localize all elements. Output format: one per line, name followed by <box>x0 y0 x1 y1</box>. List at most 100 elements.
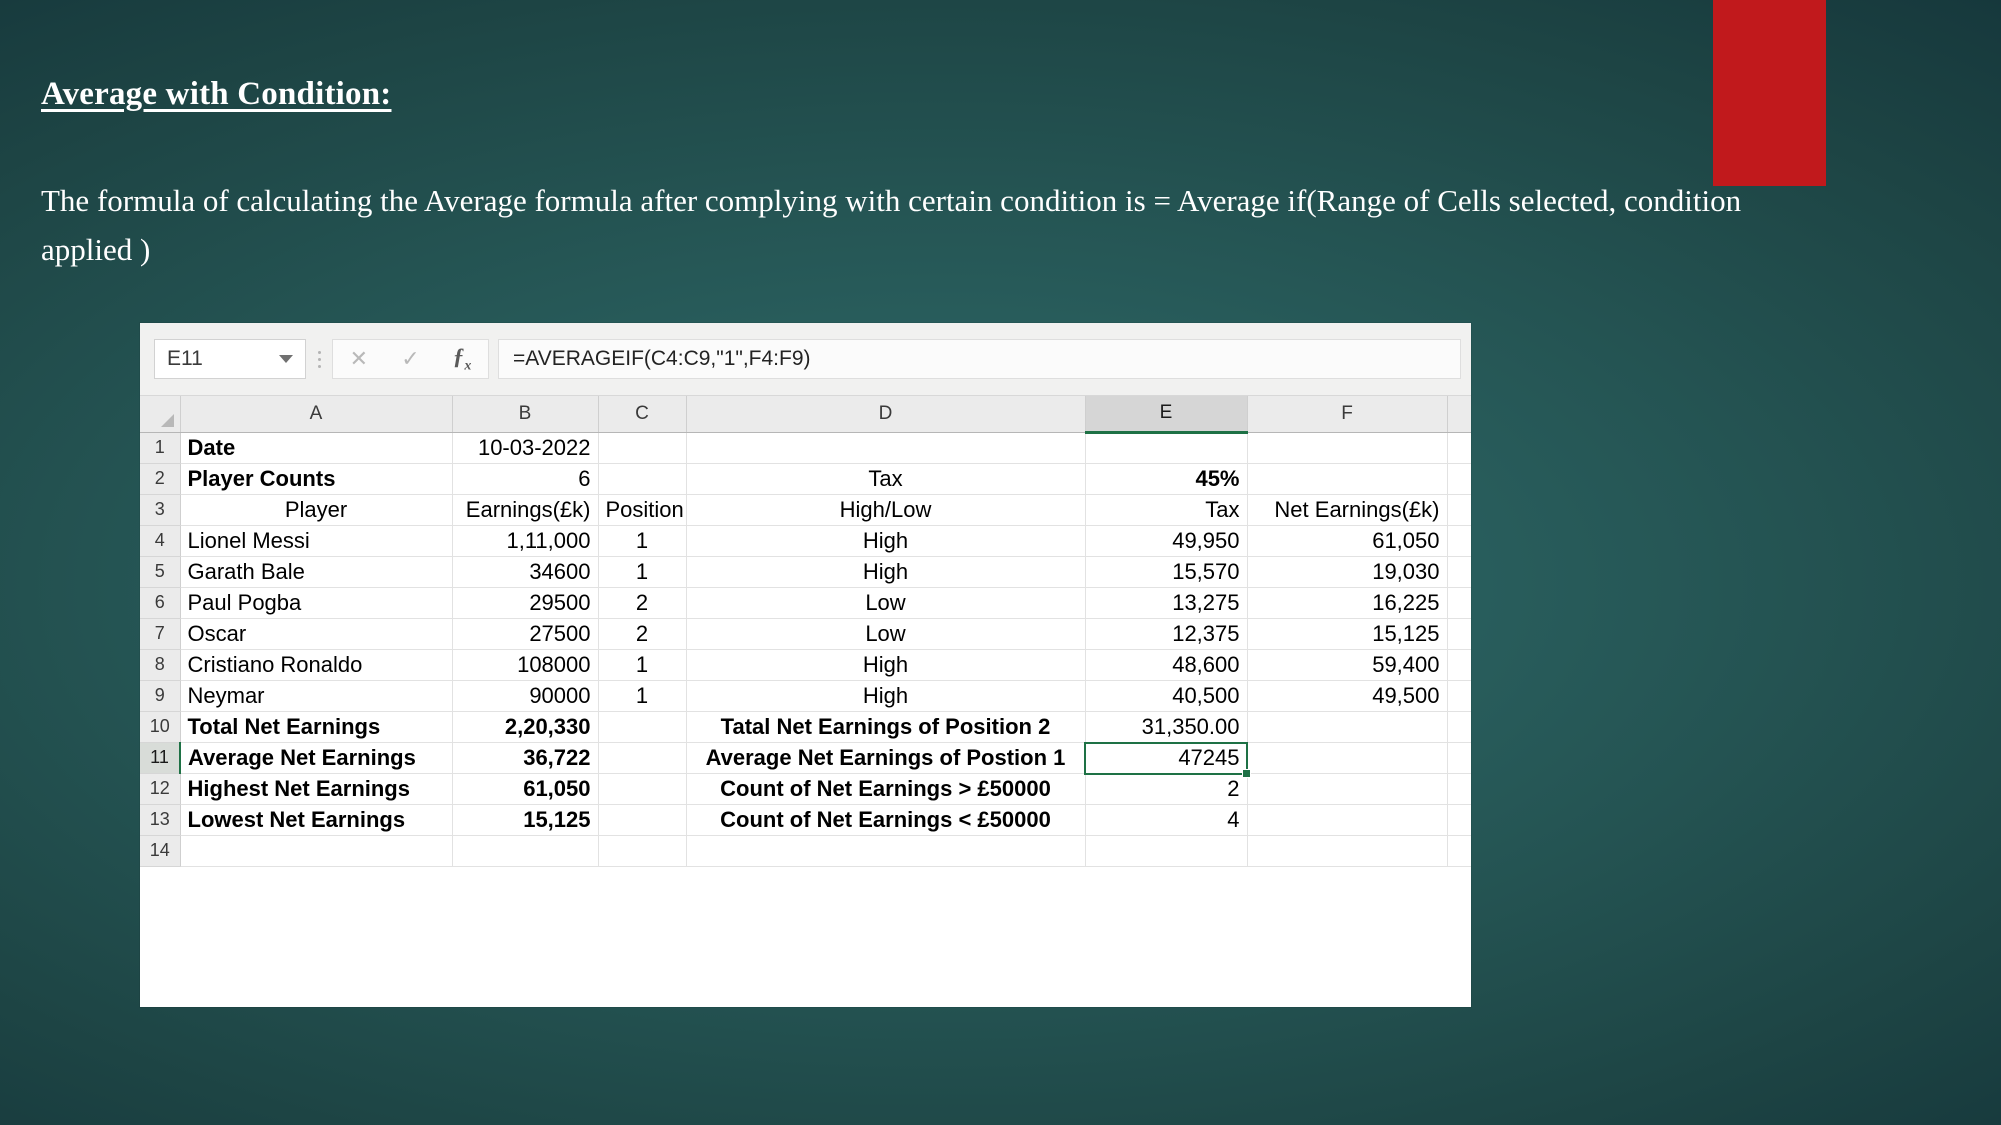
column-header-d[interactable]: D <box>686 396 1086 433</box>
cell-C12[interactable] <box>598 773 687 805</box>
row-header-5[interactable]: 5 <box>140 556 181 588</box>
cell-B3[interactable]: Earnings(£k) <box>452 494 599 526</box>
cell-A9[interactable]: Neymar <box>180 680 453 712</box>
row-header-3[interactable]: 3 <box>140 494 181 526</box>
cell-B7[interactable]: 27500 <box>452 618 599 650</box>
cell-D3[interactable]: High/Low <box>686 494 1086 526</box>
chevron-down-icon[interactable] <box>279 355 293 363</box>
cell-F10[interactable] <box>1247 711 1448 743</box>
cell-D14[interactable] <box>686 835 1086 867</box>
cell-C8[interactable]: 1 <box>598 649 687 681</box>
cell-F12[interactable] <box>1247 773 1448 805</box>
cell-A8[interactable]: Cristiano Ronaldo <box>180 649 453 681</box>
cell-D7[interactable]: Low <box>686 618 1086 650</box>
cell-D12[interactable]: Count of Net Earnings > £50000 <box>686 773 1086 805</box>
cell-F4[interactable]: 61,050 <box>1247 525 1448 557</box>
cell-D1[interactable] <box>686 432 1086 464</box>
cell-D10[interactable]: Tatal Net Earnings of Position 2 <box>686 711 1086 743</box>
cell-C10[interactable] <box>598 711 687 743</box>
cell-E1[interactable] <box>1085 432 1248 464</box>
cell-E10[interactable]: 31,350.00 <box>1085 711 1248 743</box>
row-header-13[interactable]: 13 <box>140 804 181 836</box>
cell-C4[interactable]: 1 <box>598 525 687 557</box>
cell-A4[interactable]: Lionel Messi <box>180 525 453 557</box>
column-header-f[interactable]: F <box>1247 396 1448 433</box>
cell-D8[interactable]: High <box>686 649 1086 681</box>
cell-C5[interactable]: 1 <box>598 556 687 588</box>
cell-E11[interactable]: 47245 <box>1085 742 1248 774</box>
cell-E12[interactable]: 2 <box>1085 773 1248 805</box>
cell-A14[interactable] <box>180 835 453 867</box>
cell-D11[interactable]: Average Net Earnings of Postion 1 <box>686 742 1086 774</box>
fx-icon[interactable]: ƒx <box>453 345 472 374</box>
cell-C9[interactable]: 1 <box>598 680 687 712</box>
cell-C6[interactable]: 2 <box>598 587 687 619</box>
row-header-11[interactable]: 11 <box>140 742 181 774</box>
cell-C14[interactable] <box>598 835 687 867</box>
cell-D5[interactable]: High <box>686 556 1086 588</box>
column-header-c[interactable]: C <box>598 396 687 433</box>
row-header-6[interactable]: 6 <box>140 587 181 619</box>
cell-B2[interactable]: 6 <box>452 463 599 495</box>
cell-F13[interactable] <box>1247 804 1448 836</box>
cell-B4[interactable]: 1,11,000 <box>452 525 599 557</box>
cell-A5[interactable]: Garath Bale <box>180 556 453 588</box>
cell-B11[interactable]: 36,722 <box>452 742 599 774</box>
cell-A13[interactable]: Lowest Net Earnings <box>180 804 453 836</box>
cell-F2[interactable] <box>1247 463 1448 495</box>
close-icon[interactable]: ✕ <box>350 348 368 370</box>
cell-F5[interactable]: 19,030 <box>1247 556 1448 588</box>
cell-B14[interactable] <box>452 835 599 867</box>
check-icon[interactable]: ✓ <box>401 348 419 370</box>
cell-E9[interactable]: 40,500 <box>1085 680 1248 712</box>
cell-A2[interactable]: Player Counts <box>180 463 453 495</box>
cell-E3[interactable]: Tax <box>1085 494 1248 526</box>
cell-E5[interactable]: 15,570 <box>1085 556 1248 588</box>
cell-E2[interactable]: 45% <box>1085 463 1248 495</box>
cell-D4[interactable]: High <box>686 525 1086 557</box>
cell-F3[interactable]: Net Earnings(£k) <box>1247 494 1448 526</box>
cell-E14[interactable] <box>1085 835 1248 867</box>
cell-B13[interactable]: 15,125 <box>452 804 599 836</box>
row-header-12[interactable]: 12 <box>140 773 181 805</box>
cell-B9[interactable]: 90000 <box>452 680 599 712</box>
cell-F6[interactable]: 16,225 <box>1247 587 1448 619</box>
cell-D6[interactable]: Low <box>686 587 1086 619</box>
row-header-10[interactable]: 10 <box>140 711 181 743</box>
row-header-4[interactable]: 4 <box>140 525 181 557</box>
cell-B6[interactable]: 29500 <box>452 587 599 619</box>
cell-E4[interactable]: 49,950 <box>1085 525 1248 557</box>
cell-D13[interactable]: Count of Net Earnings < £50000 <box>686 804 1086 836</box>
cell-D9[interactable]: High <box>686 680 1086 712</box>
cell-A7[interactable]: Oscar <box>180 618 453 650</box>
cell-B12[interactable]: 61,050 <box>452 773 599 805</box>
cell-F1[interactable] <box>1247 432 1448 464</box>
column-header-b[interactable]: B <box>452 396 599 433</box>
formula-input[interactable]: =AVERAGEIF(C4:C9,"1",F4:F9) <box>498 339 1461 379</box>
cell-E7[interactable]: 12,375 <box>1085 618 1248 650</box>
cell-B1[interactable]: 10-03-2022 <box>452 432 599 464</box>
cell-A11[interactable]: Average Net Earnings <box>180 742 453 774</box>
select-all-corner[interactable] <box>140 396 181 433</box>
cell-F11[interactable] <box>1247 742 1448 774</box>
cell-C2[interactable] <box>598 463 687 495</box>
cell-D2[interactable]: Tax <box>686 463 1086 495</box>
cell-C13[interactable] <box>598 804 687 836</box>
cell-B10[interactable]: 2,20,330 <box>452 711 599 743</box>
row-header-1[interactable]: 1 <box>140 432 181 464</box>
cell-B8[interactable]: 108000 <box>452 649 599 681</box>
column-header-a[interactable]: A <box>180 396 453 433</box>
row-header-7[interactable]: 7 <box>140 618 181 650</box>
cell-A6[interactable]: Paul Pogba <box>180 587 453 619</box>
cell-E13[interactable]: 4 <box>1085 804 1248 836</box>
row-header-14[interactable]: 14 <box>140 835 181 867</box>
cell-B5[interactable]: 34600 <box>452 556 599 588</box>
row-header-2[interactable]: 2 <box>140 463 181 495</box>
cell-F9[interactable]: 49,500 <box>1247 680 1448 712</box>
cell-F14[interactable] <box>1247 835 1448 867</box>
row-header-8[interactable]: 8 <box>140 649 181 681</box>
row-header-9[interactable]: 9 <box>140 680 181 712</box>
cell-A10[interactable]: Total Net Earnings <box>180 711 453 743</box>
cell-A1[interactable]: Date <box>180 432 453 464</box>
cell-E8[interactable]: 48,600 <box>1085 649 1248 681</box>
